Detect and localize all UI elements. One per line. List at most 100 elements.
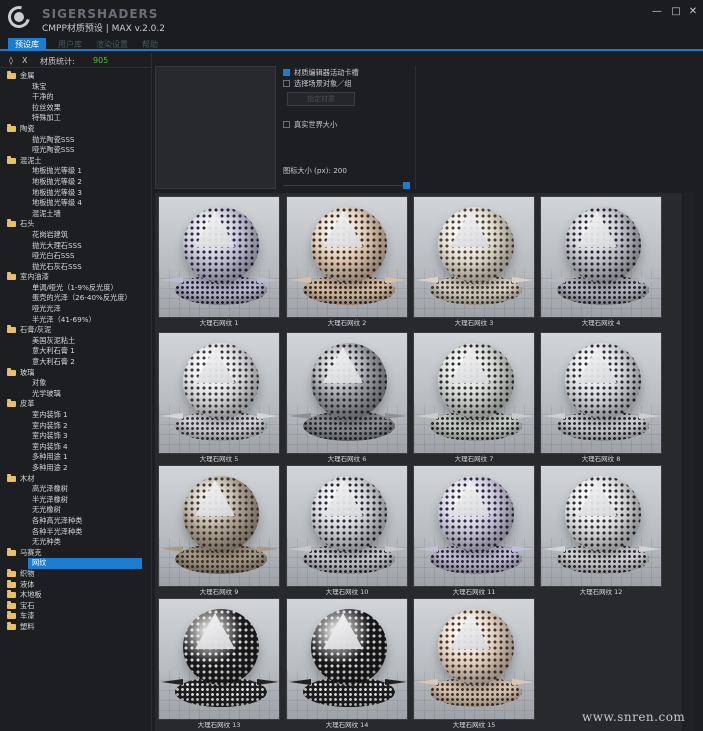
material-thumbnail[interactable]: 大理石网纹 10: [286, 465, 408, 598]
material-preview-image[interactable]: [413, 196, 535, 318]
tree-category[interactable]: 玻璃: [0, 367, 150, 379]
material-preview-image[interactable]: [286, 196, 408, 318]
option-real-world-size[interactable]: 真实世界大小: [283, 120, 337, 130]
tree-item[interactable]: 半光泽（41-69%）: [0, 315, 150, 326]
tree-item[interactable]: 拉丝效果: [0, 103, 150, 114]
tree-category[interactable]: 室内油漆: [0, 272, 150, 283]
material-thumbnail[interactable]: 大理石网纹 5: [158, 332, 280, 465]
tree-item[interactable]: 地板抛光等级 4: [0, 198, 150, 209]
material-preview-image[interactable]: [540, 196, 662, 318]
tree-item[interactable]: 哑光陶瓷SSS: [0, 145, 150, 156]
tree-item[interactable]: 无光橡树: [0, 505, 150, 516]
checkbox-real-world-size[interactable]: [283, 121, 290, 128]
material-preview-image[interactable]: [158, 465, 280, 587]
material-thumbnail[interactable]: 大理石网纹 1: [158, 196, 280, 329]
tree-item[interactable]: 高光泽橡树: [0, 484, 150, 495]
tab-render-settings[interactable]: 渲染设置: [90, 38, 134, 51]
tree-item[interactable]: 室内装饰 2: [0, 421, 150, 432]
maximize-button[interactable]: □: [669, 6, 683, 18]
material-thumbnail[interactable]: 大理石网纹 14: [286, 598, 408, 731]
checkbox-active-slot[interactable]: [283, 69, 290, 76]
material-preview-image[interactable]: [286, 598, 408, 720]
tree-item[interactable]: 蛋壳的光泽（26-40%反光度）: [0, 293, 150, 304]
option-active-slot[interactable]: 材质编辑器活动卡槽: [283, 68, 359, 78]
icon-size-slider-track[interactable]: [283, 185, 409, 186]
tree-item[interactable]: 光学玻璃: [0, 389, 150, 400]
tree-category[interactable]: 陶瓷: [0, 123, 150, 135]
tree-item[interactable]: 抛光陶瓷SSS: [0, 135, 150, 146]
material-preview-image[interactable]: [413, 332, 535, 454]
expand-all-icon[interactable]: ◊: [9, 56, 13, 65]
tree-category[interactable]: 混泥土: [0, 155, 150, 167]
tree-item[interactable]: 多种用途 2: [0, 463, 150, 474]
material-preview-image[interactable]: [413, 465, 535, 587]
tree-item[interactable]: 干净的: [0, 92, 150, 103]
tree-item[interactable]: 单调/哑光（1-9%反光度）: [0, 283, 150, 294]
tree-category[interactable]: 皮革: [0, 399, 150, 410]
material-thumbnail[interactable]: 大理石网纹 11: [413, 465, 535, 598]
tree-item[interactable]: 网纹: [28, 558, 142, 569]
tree-category[interactable]: 车漆: [0, 611, 150, 622]
material-thumbnail[interactable]: 大理石网纹 13: [158, 598, 280, 731]
tree-category[interactable]: 木地板: [0, 590, 150, 601]
tree-item[interactable]: 地板抛光等级 1: [0, 166, 150, 177]
material-preview-image[interactable]: [413, 598, 535, 720]
tree-item[interactable]: 室内装饰 4: [0, 442, 150, 453]
checkbox-selected-objects[interactable]: [283, 80, 290, 87]
tree-item[interactable]: 地板抛光等级 2: [0, 177, 150, 188]
material-preview-image[interactable]: [286, 465, 408, 587]
tree-item[interactable]: 多种用途 1: [0, 452, 150, 463]
material-thumbnail[interactable]: 大理石网纹 12: [540, 465, 662, 598]
material-thumbnail[interactable]: 大理石网纹 8: [540, 332, 662, 465]
tree-item[interactable]: 抛光大理石SSS: [0, 241, 150, 252]
tree-item[interactable]: 哑光光泽: [0, 304, 150, 315]
tree-item[interactable]: 室内装饰 1: [0, 410, 150, 421]
tree-item[interactable]: 混泥土墙: [0, 209, 150, 220]
tree-category[interactable]: 石膏/灰泥: [0, 325, 150, 336]
material-thumbnail[interactable]: 大理石网纹 4: [540, 196, 662, 329]
tree-category[interactable]: 木材: [0, 473, 150, 485]
material-preview-image[interactable]: [540, 332, 662, 454]
tree-category[interactable]: 织物: [0, 568, 150, 580]
tree-item[interactable]: 特殊加工: [0, 113, 150, 124]
tree-category[interactable]: 塑料: [0, 621, 150, 633]
minimize-button[interactable]: —: [650, 6, 664, 18]
assign-material-button[interactable]: 指定材质: [287, 92, 355, 106]
material-preview-image[interactable]: [286, 332, 408, 454]
tree-category[interactable]: 金属: [0, 71, 150, 82]
tree-item[interactable]: 意大利石膏 2: [0, 357, 150, 368]
tree-item[interactable]: 无光种类: [0, 537, 150, 548]
tree-item[interactable]: 美国灰泥粘土: [0, 336, 150, 347]
collapse-all-icon[interactable]: X: [22, 56, 27, 65]
grid-scrollbar[interactable]: [684, 193, 694, 731]
tab-preset-library[interactable]: 预设库: [8, 38, 46, 51]
material-preview-image[interactable]: [158, 332, 280, 454]
material-thumbnail[interactable]: 大理石网纹 3: [413, 196, 535, 329]
tree-item[interactable]: 抛光石灰石SSS: [0, 262, 150, 273]
tree-item[interactable]: 室内装饰 3: [0, 431, 150, 442]
option-selected-objects[interactable]: 选择场景对象／组: [283, 79, 352, 89]
tree-item[interactable]: 各种高光泽种类: [0, 516, 150, 527]
material-thumbnail[interactable]: 大理石网纹 7: [413, 332, 535, 465]
tree-category[interactable]: 液体: [0, 579, 150, 591]
tree-item[interactable]: 对象: [0, 378, 150, 389]
tab-help[interactable]: 帮助: [136, 38, 164, 51]
material-thumbnail[interactable]: 大理石网纹 9: [158, 465, 280, 598]
tree-category[interactable]: 石头: [0, 219, 150, 230]
tree-item[interactable]: 珠宝: [0, 82, 150, 93]
tree-item[interactable]: 花岗岩建筑: [0, 230, 150, 241]
material-thumbnail[interactable]: 大理石网纹 2: [286, 196, 408, 329]
material-preview-image[interactable]: [158, 598, 280, 720]
material-thumbnail[interactable]: 大理石网纹 15: [413, 598, 535, 731]
tree-item[interactable]: 哑光白石SSS: [0, 251, 150, 262]
tab-user-library[interactable]: 用户库: [52, 38, 88, 51]
tree-category[interactable]: 宝石: [0, 600, 150, 612]
tree-item[interactable]: 半光泽橡树: [0, 495, 150, 506]
tree-item[interactable]: 各种半光泽种类: [0, 527, 150, 538]
tree-item[interactable]: 意大利石膏 1: [0, 346, 150, 357]
material-thumbnail[interactable]: 大理石网纹 6: [286, 332, 408, 465]
material-preview-image[interactable]: [158, 196, 280, 318]
icon-size-slider-handle[interactable]: [403, 182, 410, 189]
close-button[interactable]: ✕: [686, 6, 700, 18]
material-preview-image[interactable]: [540, 465, 662, 587]
